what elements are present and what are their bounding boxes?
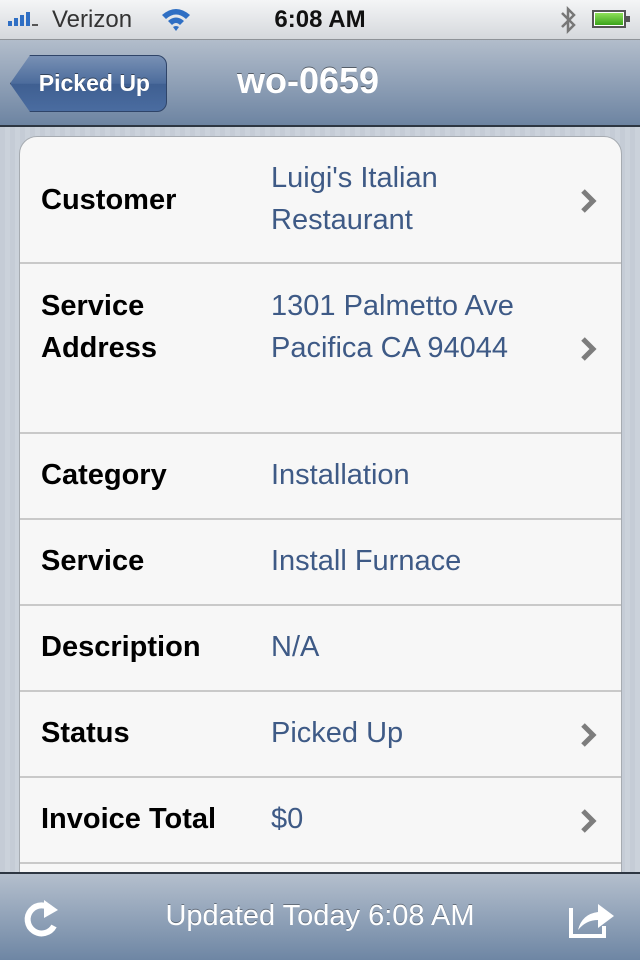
- address-line1: 1301 Palmetto Ave: [271, 290, 514, 322]
- row-customer[interactable]: Customer Luigi's Italian Restaurant: [20, 137, 621, 264]
- invoice-total-value: $0: [271, 803, 304, 835]
- last-updated-text: Updated Today 6:08 AM: [165, 900, 475, 932]
- row-service-address[interactable]: Service Address 1301 Palmetto Ave Pacifi…: [20, 264, 621, 434]
- chevron-right-icon: [581, 723, 597, 747]
- row-label: Description: [41, 631, 201, 663]
- bluetooth-icon: [558, 5, 578, 40]
- customer-value-line2: Restaurant: [271, 204, 413, 236]
- navigation-bar: Picked Up wo-0659: [0, 40, 640, 127]
- work-order-details: Customer Luigi's Italian Restaurant Serv…: [19, 136, 622, 896]
- chevron-right-icon: [581, 189, 597, 213]
- row-description: Description N/A: [20, 606, 621, 692]
- status-value: Picked Up: [271, 717, 404, 749]
- row-category: Category Installation: [20, 434, 621, 520]
- page-title: wo-0659: [237, 60, 380, 101]
- battery-icon: [592, 10, 630, 28]
- share-icon[interactable]: [568, 896, 616, 940]
- chevron-right-icon: [581, 337, 597, 361]
- row-label: Invoice Total: [41, 803, 217, 835]
- row-status[interactable]: Status Picked Up: [20, 692, 621, 778]
- status-bar: Verizon 6:08 AM: [0, 0, 640, 40]
- row-label-line1: Service: [41, 290, 145, 322]
- clock: 6:08 AM: [274, 6, 366, 33]
- service-value: Install Furnace: [271, 545, 462, 577]
- row-label: Customer: [41, 184, 177, 216]
- customer-value-line1: Luigi's Italian: [271, 162, 438, 194]
- row-invoice-total[interactable]: Invoice Total $0: [20, 778, 621, 864]
- description-value: N/A: [271, 631, 320, 663]
- row-service: Service Install Furnace: [20, 520, 621, 606]
- chevron-right-icon: [581, 809, 597, 833]
- row-label: Service: [41, 545, 145, 577]
- back-button-label: Picked Up: [38, 70, 150, 96]
- row-label-line2: Address: [41, 332, 158, 364]
- back-button[interactable]: Picked Up: [10, 55, 167, 112]
- bottom-toolbar: Updated Today 6:08 AM: [0, 872, 640, 960]
- category-value: Installation: [271, 459, 410, 491]
- row-label: Status: [41, 717, 130, 749]
- row-label: Category: [41, 459, 167, 491]
- address-line2: Pacifica CA 94044: [271, 332, 508, 364]
